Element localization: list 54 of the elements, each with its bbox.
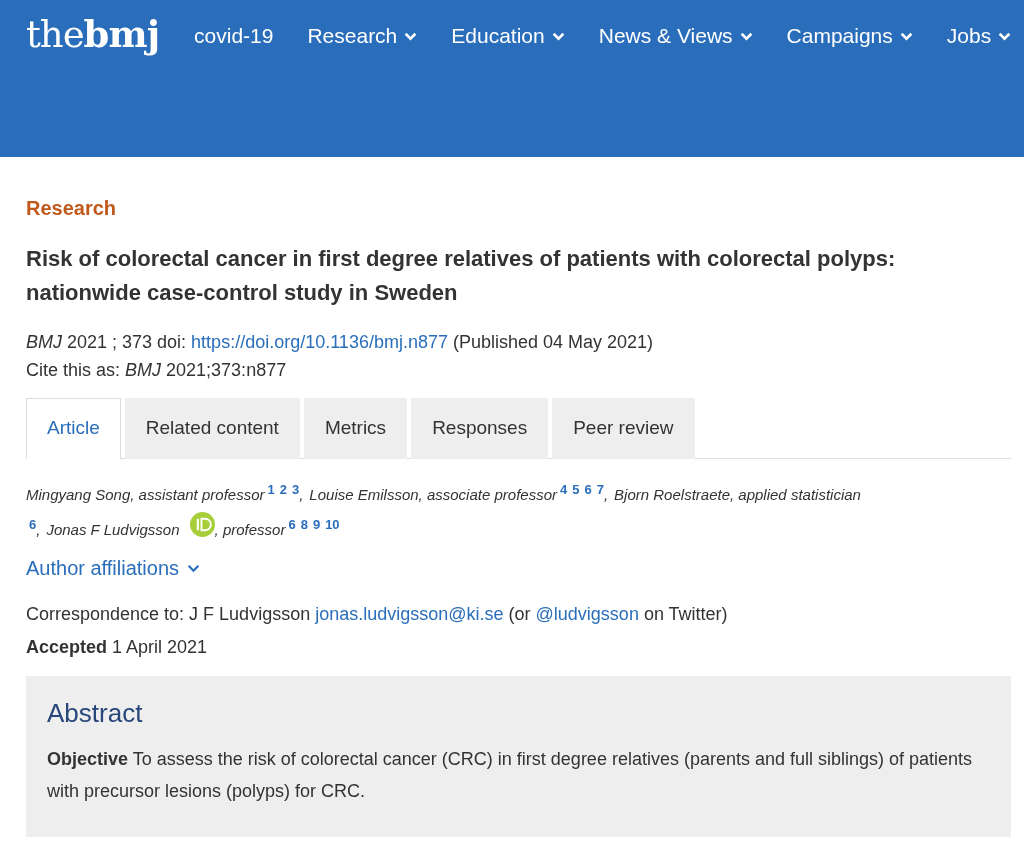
affiliation-link[interactable]: 8 — [300, 510, 308, 540]
author-name: Jonas F Ludvigsson — [46, 521, 181, 538]
affiliation-link[interactable]: 6 — [29, 510, 37, 540]
nav-link[interactable]: Jobs — [946, 20, 1012, 48]
section-label: Research — [26, 197, 118, 220]
author-name: Louise Emilsson — [309, 486, 419, 503]
author-role: , assistant professor — [130, 486, 265, 503]
abstract-text: Objective To assess the risk of colorectal cancer (CRC) in first degree relatives (parents and full siblings) of patients with precursor lesions (polyps) for CRC. — [47, 748, 974, 803]
affiliation-link[interactable]: 4 — [560, 475, 568, 505]
affiliation-link[interactable]: 2 — [279, 475, 287, 505]
tab[interactable]: Peer review — [552, 398, 695, 459]
affiliation-link[interactable]: 9 — [312, 510, 321, 540]
tab[interactable]: Responses — [411, 398, 549, 459]
nav-link[interactable]: News & Views — [598, 20, 753, 48]
affiliation-link[interactable]: 6 — [288, 510, 296, 540]
author-role: , professor — [214, 521, 286, 538]
orcid-icon[interactable] — [189, 512, 215, 537]
separator: , — [36, 521, 41, 538]
nav-link[interactable]: Campaigns — [786, 20, 913, 48]
tab[interactable]: Article — [26, 398, 121, 459]
bmj-logo[interactable]: thebmj — [26, 12, 160, 56]
author-role: , associate professor — [418, 486, 557, 503]
chevron-icon — [739, 31, 753, 41]
chevron-icon — [404, 31, 418, 41]
affiliation-link[interactable]: 3 — [291, 475, 300, 505]
nav-link[interactable]: covid-19 — [194, 20, 274, 48]
citation-line: BMJ 2021 ; 373 doi: https://doi.org/10.1136/bmj.n877 (Published 04 May 2021) — [26, 331, 655, 354]
author-affiliations-toggle[interactable]: Author affiliations — [26, 557, 201, 580]
doi-link[interactable]: https://doi.org/10.1136/bmj.n877 — [191, 332, 448, 352]
affiliation-link[interactable]: 6 — [584, 475, 592, 505]
article-title: Risk of colorectal cancer in first degree relatives of patients with colorectal polyps: nationwide case-control study in Sweden — [26, 245, 897, 307]
chevron-icon — [998, 31, 1012, 41]
email-link[interactable]: jonas.ludvigsson@ki.se — [315, 604, 504, 624]
author-name: Bjorn Roelstraete — [614, 486, 730, 503]
abstract-heading: Abstract — [47, 698, 144, 729]
affiliation-link[interactable]: 7 — [596, 475, 604, 505]
author-name: Mingyang Song — [26, 486, 131, 503]
accepted-date: Accepted 1 April 2021 — [26, 637, 209, 658]
affiliation-link[interactable]: 5 — [572, 475, 580, 505]
affiliation-link[interactable]: 1 — [267, 475, 275, 505]
tab[interactable]: Related content — [124, 398, 300, 459]
cite-as-line: Cite this as: BMJ 2021;373:n877 — [26, 359, 288, 382]
nav-link[interactable]: Education — [451, 20, 565, 48]
tab[interactable]: Metrics — [303, 398, 408, 459]
correspondence-line: Correspondence to: J F Ludvigsson jonas.ludvigsson@ki.se (or @ludvigsson on Twitter) — [26, 604, 729, 625]
chevron-icon — [551, 31, 565, 41]
nav-link[interactable]: Research — [307, 20, 418, 48]
author-role: , applied statistician — [730, 486, 861, 503]
twitter-link[interactable]: @ludvigsson — [535, 604, 639, 624]
separator: , — [603, 486, 609, 503]
chevron-icon — [187, 564, 201, 573]
separator: , — [299, 486, 304, 503]
chevron-icon — [899, 31, 913, 41]
affiliation-link[interactable]: 10 — [325, 510, 340, 540]
